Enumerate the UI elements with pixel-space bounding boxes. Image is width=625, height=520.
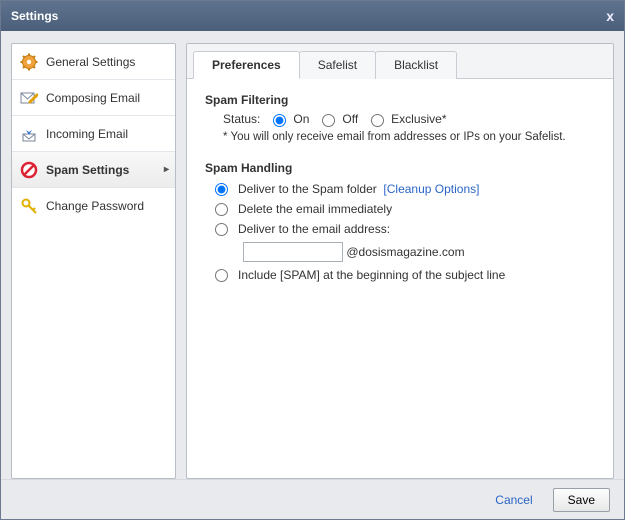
dialog-body: General Settings Composing Email Incomin…: [1, 31, 624, 479]
handling-option-deliver-folder[interactable]: Deliver to the Spam folder [Cleanup Opti…: [215, 179, 595, 199]
handling-label: Deliver to the email address:: [238, 222, 390, 236]
chevron-right-icon: ▸: [164, 164, 169, 175]
handling-option-delete[interactable]: Delete the email immediately: [215, 199, 595, 219]
gear-icon: [20, 53, 38, 71]
sidebar-item-label: Composing Email: [46, 91, 140, 105]
status-row: Status: On Off Exclusive*: [223, 111, 595, 127]
section-title: Spam Handling: [205, 161, 595, 175]
titlebar: Settings x: [1, 1, 624, 31]
handling-option-tag-subject[interactable]: Include [SPAM] at the beginning of the s…: [215, 265, 595, 285]
sidebar-item-incoming-email[interactable]: Incoming Email: [12, 116, 175, 152]
spam-filtering-section: Spam Filtering Status: On Off: [205, 93, 595, 143]
cleanup-options-link[interactable]: [Cleanup Options]: [383, 182, 479, 196]
status-option-off[interactable]: Off: [317, 111, 358, 127]
sidebar-item-label: Spam Settings: [46, 163, 129, 177]
incoming-icon: [20, 125, 38, 143]
handling-radio-deliver-folder[interactable]: [215, 183, 228, 196]
status-radio-label: Exclusive*: [391, 112, 446, 126]
key-icon: [20, 197, 38, 215]
handling-label: Delete the email immediately: [238, 202, 392, 216]
spam-icon: [20, 161, 38, 179]
sidebar-item-change-password[interactable]: Change Password: [12, 188, 175, 224]
handling-label: Include [SPAM] at the beginning of the s…: [238, 268, 505, 282]
save-button[interactable]: Save: [553, 488, 610, 512]
tab-preferences[interactable]: Preferences: [193, 51, 300, 79]
tab-blacklist[interactable]: Blacklist: [375, 51, 457, 79]
status-radio-exclusive[interactable]: [371, 114, 384, 127]
handling-radio-deliver-address[interactable]: [215, 223, 228, 236]
status-radio-off[interactable]: [322, 114, 335, 127]
safelist-note: * You will only receive email from addre…: [223, 131, 595, 143]
cancel-button[interactable]: Cancel: [487, 489, 540, 511]
status-option-exclusive[interactable]: Exclusive*: [366, 111, 446, 127]
handling-radio-tag-subject[interactable]: [215, 269, 228, 282]
status-label: Status:: [223, 112, 260, 126]
tab-bar: Preferences Safelist Blacklist: [187, 44, 613, 79]
sidebar-item-label: Incoming Email: [46, 127, 128, 141]
forward-address-input[interactable]: [243, 242, 343, 262]
content-panel: Preferences Safelist Blacklist Spam Filt…: [186, 43, 614, 479]
handling-radio-delete[interactable]: [215, 203, 228, 216]
tab-panel-preferences: Spam Filtering Status: On Off: [187, 79, 613, 478]
sidebar-item-spam-settings[interactable]: Spam Settings ▸: [12, 152, 175, 188]
spam-handling-section: Spam Handling Deliver to the Spam folder…: [205, 161, 595, 285]
domain-suffix: @dosismagazine.com: [346, 245, 464, 259]
handling-label: Deliver to the Spam folder: [238, 182, 377, 196]
sidebar-item-label: Change Password: [46, 199, 144, 213]
compose-icon: [20, 89, 38, 107]
settings-dialog: Settings x General Settings Composing Em…: [0, 0, 625, 520]
status-radio-label: Off: [342, 112, 358, 126]
status-radio-label: On: [293, 112, 309, 126]
section-title: Spam Filtering: [205, 93, 595, 107]
status-option-on[interactable]: On: [268, 111, 309, 127]
handling-address-input-row: @dosismagazine.com: [215, 239, 595, 265]
sidebar-item-composing-email[interactable]: Composing Email: [12, 80, 175, 116]
status-radio-on[interactable]: [273, 114, 286, 127]
tab-safelist[interactable]: Safelist: [299, 51, 376, 79]
dialog-footer: Cancel Save: [1, 479, 624, 519]
close-icon[interactable]: x: [606, 8, 614, 24]
handling-list: Deliver to the Spam folder [Cleanup Opti…: [215, 179, 595, 285]
address-input-wrap: @dosismagazine.com: [243, 242, 465, 262]
dialog-title: Settings: [11, 9, 58, 23]
handling-option-deliver-address[interactable]: Deliver to the email address:: [215, 219, 595, 239]
sidebar-item-label: General Settings: [46, 55, 135, 69]
sidebar-item-general-settings[interactable]: General Settings: [12, 44, 175, 80]
sidebar: General Settings Composing Email Incomin…: [11, 43, 176, 479]
